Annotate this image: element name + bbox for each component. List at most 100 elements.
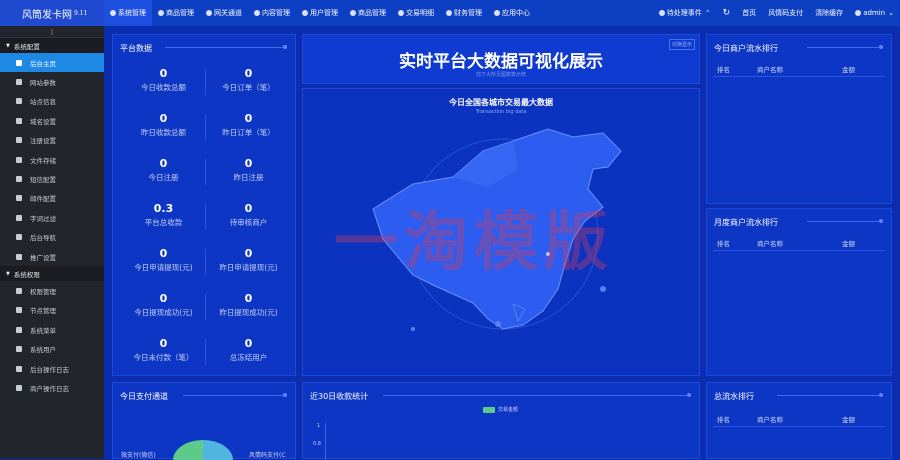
sidebar-item-merchant-log[interactable]: 商户操作日志 <box>0 378 104 397</box>
stat-label: 昨日注册 <box>233 173 264 182</box>
nav-users[interactable]: 用户管理 <box>296 0 344 26</box>
stat-label: 今日注册 <box>148 173 179 182</box>
payment-channel-panel: 今日支付通道 微支付(微信) 风情码支付(C <box>112 382 297 460</box>
sidebar-item-sysusers[interactable]: 系统用户 <box>0 339 104 358</box>
nav-system[interactable]: 系统管理 <box>104 0 152 26</box>
sidebar-item-label: 后台导航 <box>30 234 56 243</box>
sidebar: | ▼ 系统配置 后台主页 网站参数 站点信息 域名设置 注册设置 文件存储 短信… <box>0 26 104 459</box>
panel-divider <box>165 45 287 49</box>
sidebar-group-permissions[interactable]: ▼ 系统权限 <box>0 266 104 282</box>
panel-title: 总流水排行 <box>714 392 754 401</box>
nav-products[interactable]: 商品管理 <box>344 0 392 26</box>
nav-gateway[interactable]: 网关通道 <box>200 0 248 26</box>
sidebar-item-site-info[interactable]: 站点信息 <box>0 92 104 111</box>
right-nav: 待处理事件 ⌃ ↻ 首页 风情码支付 清除缓存 admin ⌄ <box>653 0 900 26</box>
sidebar-item-nav[interactable]: 后台导航 <box>0 228 104 247</box>
sidebar-item-nodes[interactable]: 节点管理 <box>0 301 104 320</box>
stat-label: 今日订单（笔） <box>222 83 275 92</box>
nav-content[interactable]: 内容管理 <box>248 0 296 26</box>
sidebar-item-sms[interactable]: 短信配置 <box>0 169 104 188</box>
terminal-icon <box>16 365 22 372</box>
total-rank-panel: 总流水排行 排名 商户名称 金额 <box>706 382 892 459</box>
table-header-line <box>713 76 885 77</box>
channel-pie[interactable] <box>113 383 297 460</box>
stat-item: 0 今日提现成功(元) <box>121 292 206 318</box>
refresh-button[interactable]: ↻ <box>717 0 737 26</box>
clear-cache-link[interactable]: 清除缓存 <box>809 0 849 26</box>
sidebar-item-email[interactable]: 邮件配置 <box>0 189 104 208</box>
stat-item: 0 今日注册 <box>121 157 206 183</box>
col-rank: 排名 <box>717 240 730 248</box>
sidebar-item-storage[interactable]: 文件存储 <box>0 150 104 169</box>
home-link[interactable]: 首页 <box>736 0 762 26</box>
users-icon <box>302 10 308 16</box>
pay-link[interactable]: 风情码支付 <box>762 0 809 26</box>
pin-icon <box>16 384 22 391</box>
users-icon <box>16 287 22 294</box>
stat-label: 昨日提现成功(元) <box>219 308 278 317</box>
sidebar-item-label: 权限管理 <box>30 287 56 296</box>
nav-finance[interactable]: 财务管理 <box>440 0 488 26</box>
sidebar-collapse-button[interactable]: | <box>0 26 104 38</box>
sidebar-group-config[interactable]: ▼ 系统配置 <box>0 38 104 53</box>
stat-value: 0 <box>244 157 253 170</box>
sidebar-item-promo[interactable]: 推广设置 <box>0 247 104 266</box>
switch-display-button[interactable]: 切换显示 <box>668 39 695 50</box>
top-bar: 风筒发卡网 9.11 系统管理 商品管理 网关通道 内容管理 用户管理 商品管理 … <box>0 0 900 26</box>
sidebar-item-domain[interactable]: 域名设置 <box>0 111 104 130</box>
stat-item: 0 昨日收款总额 <box>121 112 206 138</box>
sidebar-item-register[interactable]: 注册设置 <box>0 131 104 150</box>
stat-value: 0 <box>159 157 168 170</box>
app-logo[interactable]: 风筒发卡网 9.11 <box>0 0 104 26</box>
sidebar-item-admin-log[interactable]: 后台操作日志 <box>0 359 104 378</box>
center-header-panel: 实时平台大数据可视化展示 前下大所见图数数示统 切换显示 <box>302 34 700 84</box>
sidebar-item-label: 站点信息 <box>30 98 56 107</box>
nav-goods[interactable]: 商品管理 <box>152 0 200 26</box>
stat-value: 0 <box>244 112 253 125</box>
goods-icon <box>158 10 164 16</box>
nav-transactions[interactable]: 交易明细 <box>392 0 440 26</box>
sidebar-item-home[interactable]: 后台主页 <box>0 53 104 73</box>
user-menu[interactable]: admin ⌄ <box>849 0 900 26</box>
cloud-icon <box>494 10 500 16</box>
stat-label: 昨日收款总额 <box>141 128 186 137</box>
stat-value: 0 <box>159 292 168 305</box>
month-rank-panel: 月度商户流水排行 排名 商户名称 金额 <box>706 208 892 376</box>
stat-item: 0 昨日申请提现(元) <box>206 247 291 273</box>
nav-apps[interactable]: 应用中心 <box>488 0 536 26</box>
stat-value: 0 <box>159 67 168 80</box>
stat-value: 0 <box>244 292 253 305</box>
panel-title: 月度商户流水排行 <box>714 218 778 227</box>
globe-icon <box>16 117 22 124</box>
users-icon <box>16 346 22 353</box>
stat-value: 0 <box>244 247 253 260</box>
app-version: 9.11 <box>74 9 88 17</box>
panel-title: 今日商户流水排行 <box>714 44 778 53</box>
chevron-up-icon: ⌃ <box>704 9 711 17</box>
col-rank: 排名 <box>717 416 730 424</box>
big-screen-title: 实时平台大数据可视化展示 <box>399 52 603 72</box>
sidebar-item-site-params[interactable]: 网站参数 <box>0 72 104 91</box>
stat-item: 0 今日订单（笔） <box>206 67 291 93</box>
sidebar-item-menu[interactable]: 系统菜单 <box>0 320 104 339</box>
col-merchant: 商户名称 <box>757 416 783 424</box>
col-rank: 排名 <box>717 66 730 74</box>
sidebar-item-auth[interactable]: 权限管理 <box>0 281 104 300</box>
stat-item: 0.3 平台总收款 <box>121 202 206 228</box>
sidebar-item-label: 网站参数 <box>30 79 56 88</box>
stat-label: 平台总收款 <box>144 218 183 227</box>
pending-events[interactable]: 待处理事件 ⌃ <box>653 0 717 26</box>
stat-value: 0 <box>244 337 253 350</box>
stat-label: 昨日订单（笔） <box>222 128 275 137</box>
big-screen-subtitle: 前下大所见图数数示统 <box>475 72 526 78</box>
stat-label: 昨日申请提现(元) <box>219 263 278 272</box>
stat-value: 0 <box>244 67 253 80</box>
user-name: admin <box>863 9 886 17</box>
sidebar-item-filter[interactable]: 字词过滤 <box>0 208 104 227</box>
menu-icon <box>16 326 22 333</box>
panel-divider <box>807 219 883 223</box>
stat-item: 0 昨日订单（笔） <box>206 112 291 138</box>
globe-icon <box>206 10 212 16</box>
col-merchant: 商户名称 <box>757 66 783 74</box>
panel-divider <box>807 45 883 49</box>
